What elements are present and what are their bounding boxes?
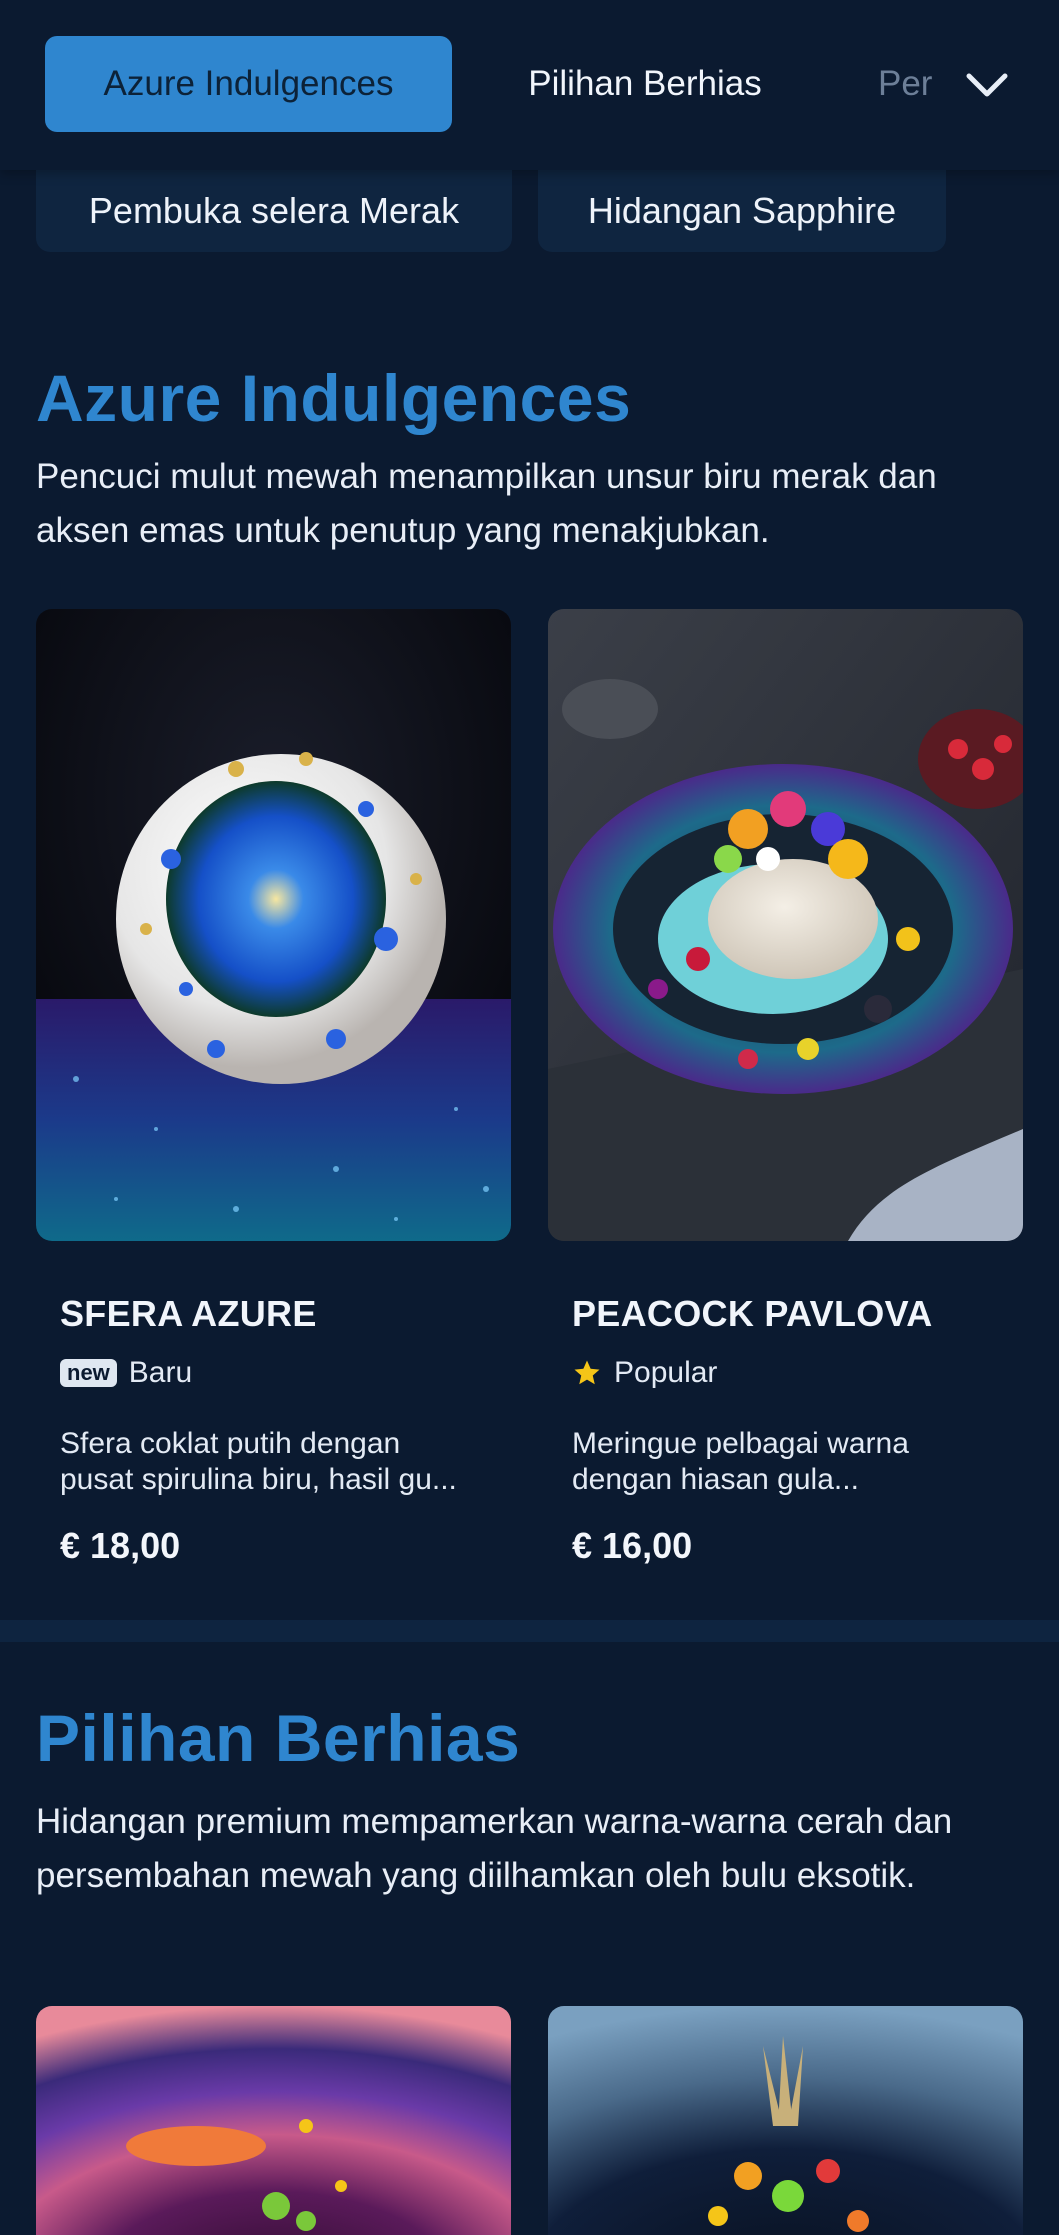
subchip-pembuka-selera[interactable]: Pembuka selera Merak <box>36 170 512 252</box>
item-price: € 18,00 <box>60 1525 181 1566</box>
tab-partial[interactable]: Per <box>878 36 948 132</box>
section-title: Pilihan Berhias <box>36 1701 521 1775</box>
item-name[interactable]: PEACOCK PAVLOVA <box>572 1293 933 1335</box>
item-badge: new Baru <box>60 1356 192 1390</box>
item-description: Sfera coklat putih dengan pusat spirulin… <box>60 1427 457 1496</box>
section-divider <box>0 1620 1059 1642</box>
sfera-azure-image[interactable] <box>36 609 511 1241</box>
tab-azure-indulgences[interactable]: Azure Indulgences <box>45 36 452 132</box>
item-price: € 16,00 <box>572 1525 693 1566</box>
star-icon <box>572 1358 602 1388</box>
dish-image[interactable] <box>548 2006 1023 2235</box>
new-icon: new <box>60 1359 117 1387</box>
chevron-down-icon[interactable] <box>960 58 1014 112</box>
peacock-pavlova-image[interactable] <box>548 609 1023 1241</box>
subchip-hidangan-sapphire[interactable]: Hidangan Sapphire <box>538 170 946 252</box>
badge-label: Popular <box>614 1356 718 1389</box>
item-description: Meringue pelbagai warna dengan hiasan gu… <box>572 1427 909 1496</box>
section-title: Azure Indulgences <box>36 361 632 435</box>
tab-pilihan-berhias[interactable]: Pilihan Berhias <box>500 36 790 132</box>
item-name[interactable]: SFERA AZURE <box>60 1293 317 1335</box>
section-description: Hidangan premium mempamerkan warna-warna… <box>36 1802 953 1895</box>
category-nav: Azure Indulgences Pilihan Berhias Per <box>0 0 1059 170</box>
dish-image[interactable] <box>36 2006 511 2235</box>
badge-label: Baru <box>128 1356 193 1389</box>
section-description: Pencuci mulut mewah menampilkan unsur bi… <box>36 457 937 550</box>
item-badge: Popular <box>572 1356 717 1390</box>
